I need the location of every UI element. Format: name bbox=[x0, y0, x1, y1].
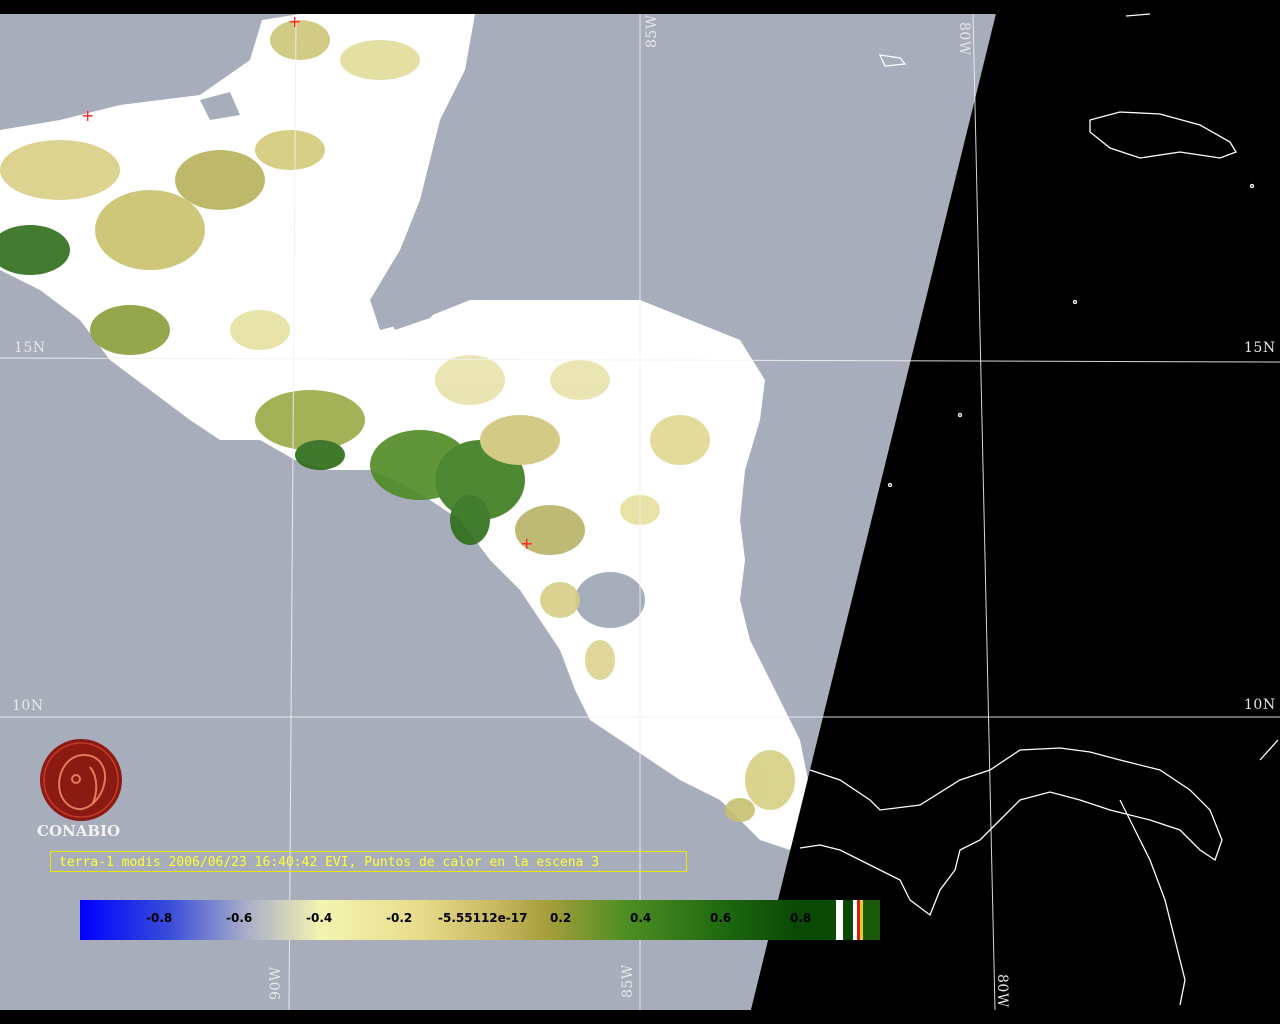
conabio-logo-text: CONABIO bbox=[37, 822, 121, 840]
colorbar-tick: -5.55112e-17 bbox=[438, 911, 528, 925]
grid-label-80w-top: 80W bbox=[956, 22, 972, 56]
grid-label-10n-left: 10N bbox=[12, 698, 44, 714]
grid-label-80w-bottom: 80W bbox=[994, 974, 1010, 1008]
hotspot-marker-icon: + bbox=[81, 106, 95, 125]
hotspot-marker-icon: + bbox=[520, 534, 534, 553]
colorbar-tick: 0.4 bbox=[630, 911, 652, 925]
grid-label-90w-bottom: 90W bbox=[268, 966, 284, 1000]
lake bbox=[575, 572, 645, 628]
colorbar-tick: -0.8 bbox=[146, 911, 173, 925]
grid-label-85w-bottom: 85W bbox=[620, 964, 636, 998]
colorbar-tick: -0.4 bbox=[306, 911, 333, 925]
colorbar-tick: -0.2 bbox=[386, 911, 413, 925]
colorbar-tick: 0.8 bbox=[790, 911, 812, 925]
colorbar-tick: 0.6 bbox=[710, 911, 732, 925]
colorbar-tick: 0.2 bbox=[550, 911, 572, 925]
grid-label-15n-right: 15N bbox=[1244, 340, 1276, 356]
image-caption: terra-1 modis 2006/06/23 16:40:42 EVI, P… bbox=[50, 851, 687, 872]
hotspot-marker-icon: + bbox=[288, 12, 302, 31]
conabio-logo-icon bbox=[40, 739, 122, 821]
map-viewer: + + + 85W 80W 90W 85W 80W 15N 15N 10N 10… bbox=[0, 0, 1280, 1024]
grid-label-85w-top: 85W bbox=[644, 14, 660, 48]
colorbar-tick: -0.6 bbox=[226, 911, 253, 925]
grid-label-10n-right: 10N bbox=[1244, 697, 1276, 713]
grid-label-15n-left: 15N bbox=[14, 340, 46, 356]
